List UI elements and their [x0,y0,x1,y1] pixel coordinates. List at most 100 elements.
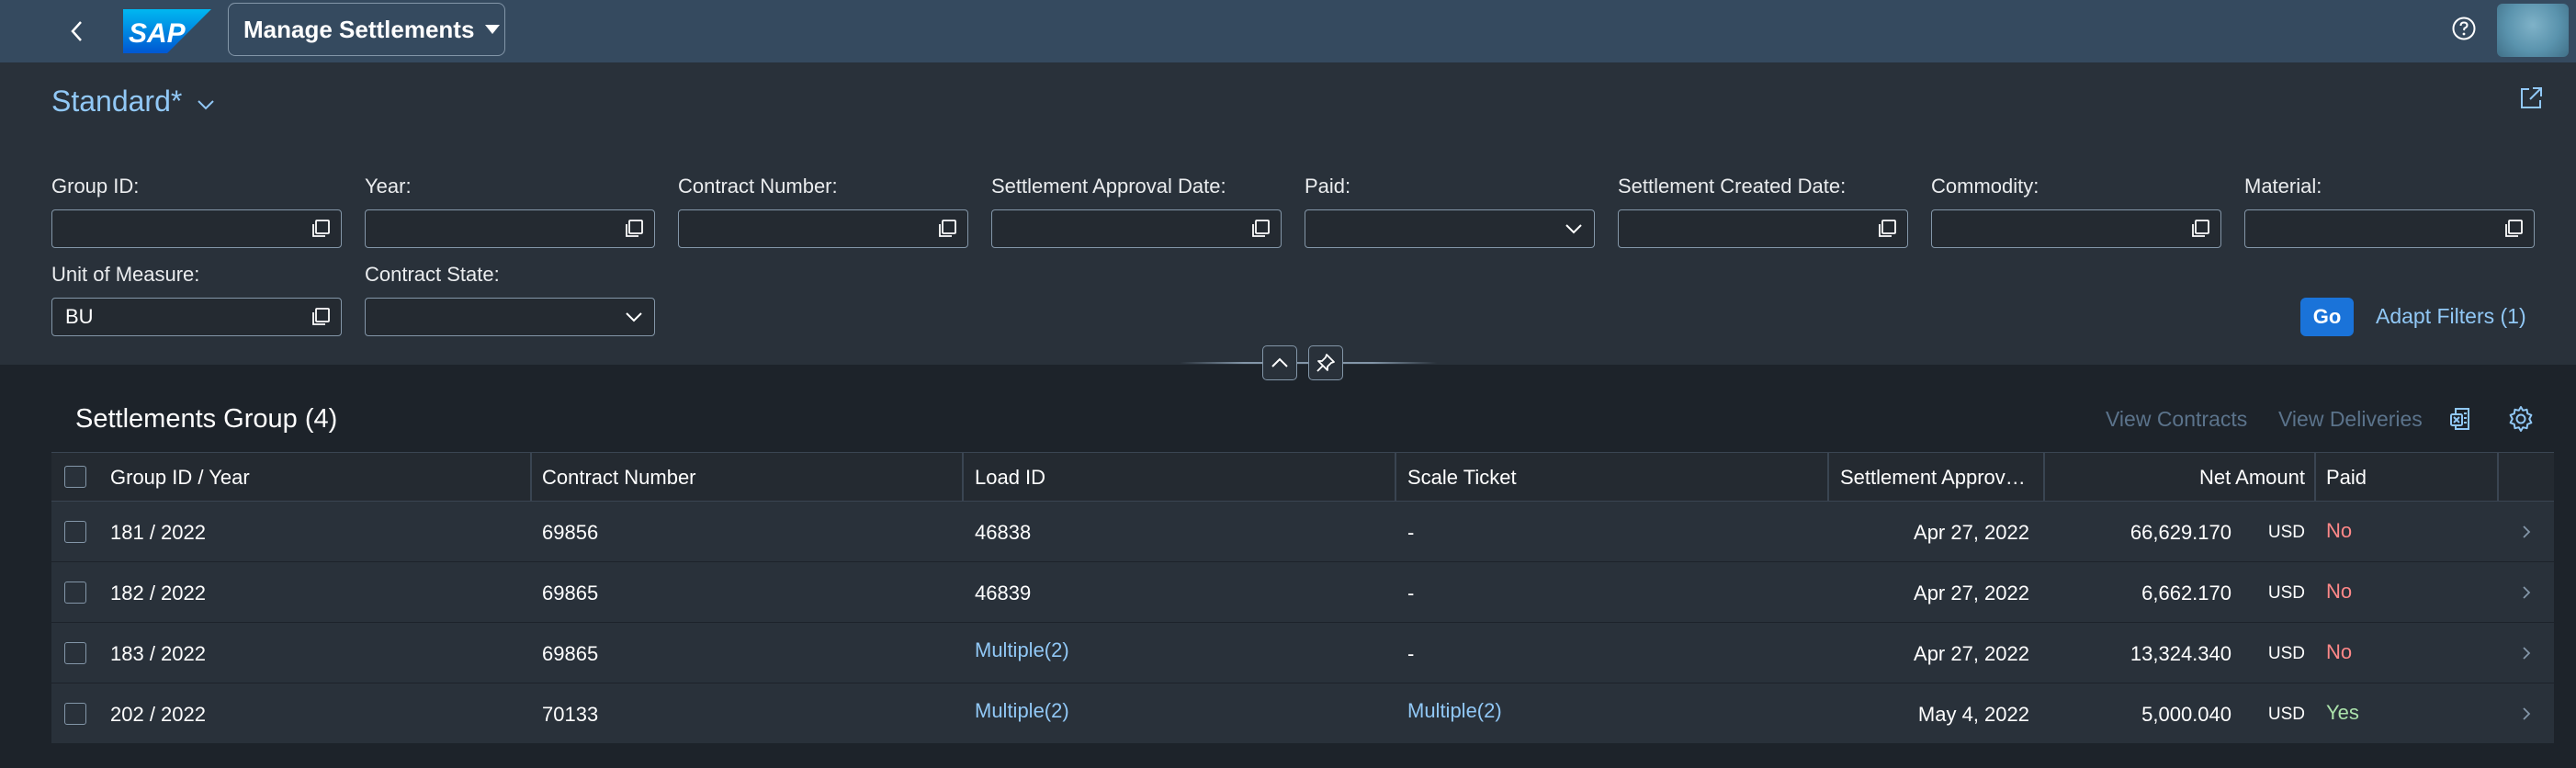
collapse-header-button[interactable] [1262,345,1297,380]
material-field[interactable] [2244,209,2535,248]
net-amount-cell: 13,324.340 [2130,642,2231,665]
navigation-chevron-icon[interactable] [2519,646,2534,661]
year-field[interactable] [365,209,655,248]
view-contracts-button[interactable]: View Contracts [2106,407,2247,432]
settlement-created-date-field[interactable] [1618,209,1908,248]
column-header-group-id-year[interactable]: Group ID / Year [110,466,250,490]
settlement-approval-date-cell: Apr 27, 2022 [1914,642,2029,665]
contract-number-cell: 69856 [542,521,599,544]
value-help-icon[interactable] [1876,218,1898,240]
field-value: BU [65,305,94,328]
column-header-load-id[interactable]: Load ID [975,466,1045,490]
pin-icon [1316,354,1335,372]
caret-down-icon [485,25,501,34]
filter-label-settlement-created-date: Settlement Created Date: [1618,175,1847,198]
column-header-net-amount[interactable]: Net Amount [2199,466,2305,490]
chevron-up-icon [1271,357,1288,367]
filter-label-contract-number: Contract Number: [678,175,838,198]
sap-logo[interactable]: SAP [123,9,211,53]
contract-state-select[interactable] [365,298,655,336]
table-row[interactable]: 202 / 2022 70133 Multiple(2) Multiple(2)… [51,683,2554,744]
filter-label-group-id: Group ID: [51,175,140,198]
filter-label-contract-state: Contract State: [365,263,500,286]
currency-cell: USD [2267,644,2305,663]
pin-header-button[interactable] [1308,345,1343,380]
paid-status: Yes [2326,701,2359,724]
back-button[interactable] [57,13,97,50]
adapt-filters-button[interactable]: Adapt Filters (1) [2376,304,2526,329]
paid-select[interactable] [1305,209,1595,248]
table-row[interactable]: 182 / 2022 69865 46839 - Apr 27, 2022 6,… [51,562,2554,623]
scale-ticket-cell: - [1407,582,1415,604]
column-header-settlement-approval[interactable]: Settlement Approv… [1840,466,2026,490]
scale-ticket-cell: - [1407,521,1415,544]
group-id-year-cell: 182 / 2022 [110,582,206,604]
filter-label-unit-of-measure: Unit of Measure: [51,263,200,286]
column-separator [1395,453,1396,501]
currency-cell: USD [2267,705,2305,724]
chevron-left-icon [71,21,82,41]
table-row[interactable]: 181 / 2022 69856 46838 - Apr 27, 2022 66… [51,502,2554,562]
value-help-icon[interactable] [310,306,332,328]
settings-gear-icon[interactable] [2506,404,2536,434]
go-button[interactable]: Go [2300,298,2354,336]
group-id-year-cell: 181 / 2022 [110,521,206,544]
app-title: Manage Settlements [243,15,475,43]
settlement-approval-date-field[interactable] [991,209,1282,248]
load-id-cell: 46839 [975,582,1032,604]
paid-status: No [2326,519,2353,542]
row-checkbox[interactable] [64,582,86,604]
value-help-icon[interactable] [2189,218,2211,240]
net-amount-cell: 5,000.040 [2141,703,2231,726]
user-avatar[interactable] [2497,4,2569,57]
select-all-checkbox[interactable] [64,466,86,488]
column-separator [962,453,964,501]
navigation-chevron-icon[interactable] [2519,525,2534,539]
group-id-field[interactable] [51,209,342,248]
view-deliveries-button[interactable]: View Deliveries [2278,407,2423,432]
value-help-icon[interactable] [310,218,332,240]
app-title-menu-button[interactable]: Manage Settlements [228,3,505,56]
row-checkbox[interactable] [64,642,86,664]
commodity-field[interactable] [1931,209,2221,248]
contract-number-field[interactable] [678,209,968,248]
column-header-contract-number[interactable]: Contract Number [542,466,696,490]
settlement-approval-date-cell: May 4, 2022 [1917,703,2029,726]
logo-text: SAP [129,18,186,49]
row-checkbox[interactable] [64,703,86,725]
net-amount-cell: 66,629.170 [2130,521,2231,544]
value-help-icon[interactable] [2503,218,2525,240]
net-amount-cell: 6,662.170 [2141,582,2231,604]
load-id-cell: 46838 [975,521,1032,544]
scale-ticket-link[interactable]: Multiple(2) [1407,699,1502,723]
help-icon[interactable] [2451,16,2477,41]
column-separator [2314,453,2316,501]
variant-selector[interactable]: Standard* [51,85,215,119]
group-id-year-cell: 183 / 2022 [110,642,206,665]
table-row[interactable]: 183 / 2022 69865 Multiple(2) - Apr 27, 2… [51,623,2554,683]
share-icon[interactable] [2517,85,2545,112]
value-help-icon[interactable] [936,218,958,240]
group-id-year-cell: 202 / 2022 [110,703,206,726]
contract-number-cell: 70133 [542,703,599,726]
load-id-link[interactable]: Multiple(2) [975,638,1069,662]
navigation-chevron-icon[interactable] [2519,706,2534,721]
row-checkbox[interactable] [64,521,86,543]
value-help-icon[interactable] [623,218,645,240]
value-help-icon[interactable] [1249,218,1271,240]
chevron-down-icon[interactable] [623,306,645,328]
navigation-chevron-icon[interactable] [2519,585,2534,600]
currency-cell: USD [2267,583,2305,603]
column-separator [2497,453,2499,501]
column-header-paid[interactable]: Paid [2326,466,2367,490]
chevron-down-icon[interactable] [1563,218,1585,240]
filter-label-paid: Paid: [1305,175,1351,198]
column-header-scale-ticket[interactable]: Scale Ticket [1407,466,1517,490]
export-excel-icon[interactable] [2447,404,2477,434]
paid-status: No [2326,580,2353,603]
unit-of-measure-field[interactable]: BU [51,298,342,336]
filter-label-year: Year: [365,175,412,198]
variant-title: Standard* [51,85,183,118]
filter-label-material: Material: [2244,175,2322,198]
load-id-link[interactable]: Multiple(2) [975,699,1069,723]
